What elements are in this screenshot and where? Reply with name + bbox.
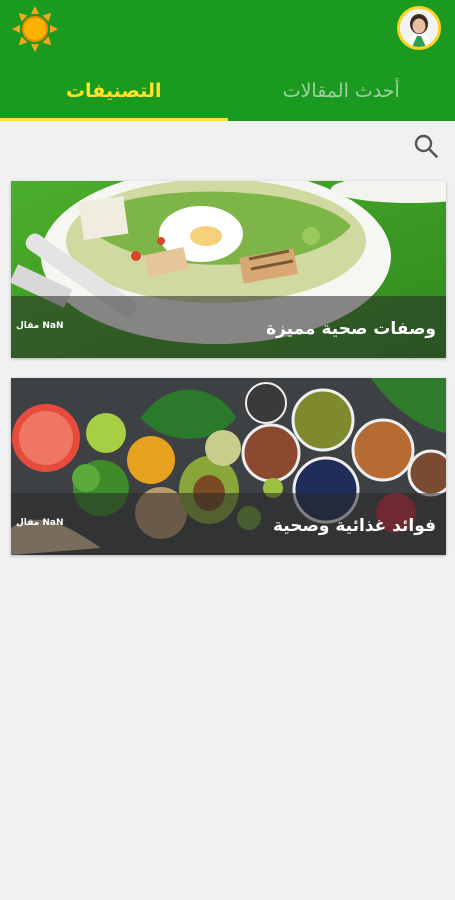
tab-categories[interactable]: التصنيفات [0,60,228,121]
avatar[interactable] [397,6,441,50]
article-count: NaN مقال [16,518,64,528]
tab-latest-articles[interactable]: أحدث المقالات [228,60,455,121]
sun-icon[interactable] [10,4,60,54]
category-title: وصفات صحية مميزة [266,319,436,339]
category-title: فوائد غذائية وصحية [272,516,436,536]
article-count: NaN مقال [16,321,64,331]
category-card-recipes[interactable]: وصفات صحية مميزة NaN مقال [11,181,446,358]
search-icon[interactable] [413,133,439,159]
tab-bar: التصنيفات أحدث المقالات [0,60,455,121]
app-bar: التصنيفات أحدث المقالات [0,0,455,121]
tab-label: التصنيفات [65,79,162,102]
category-card-nutrition[interactable]: فوائد غذائية وصحية NaN مقال [11,378,446,555]
tab-label: أحدث المقالات [282,79,400,102]
